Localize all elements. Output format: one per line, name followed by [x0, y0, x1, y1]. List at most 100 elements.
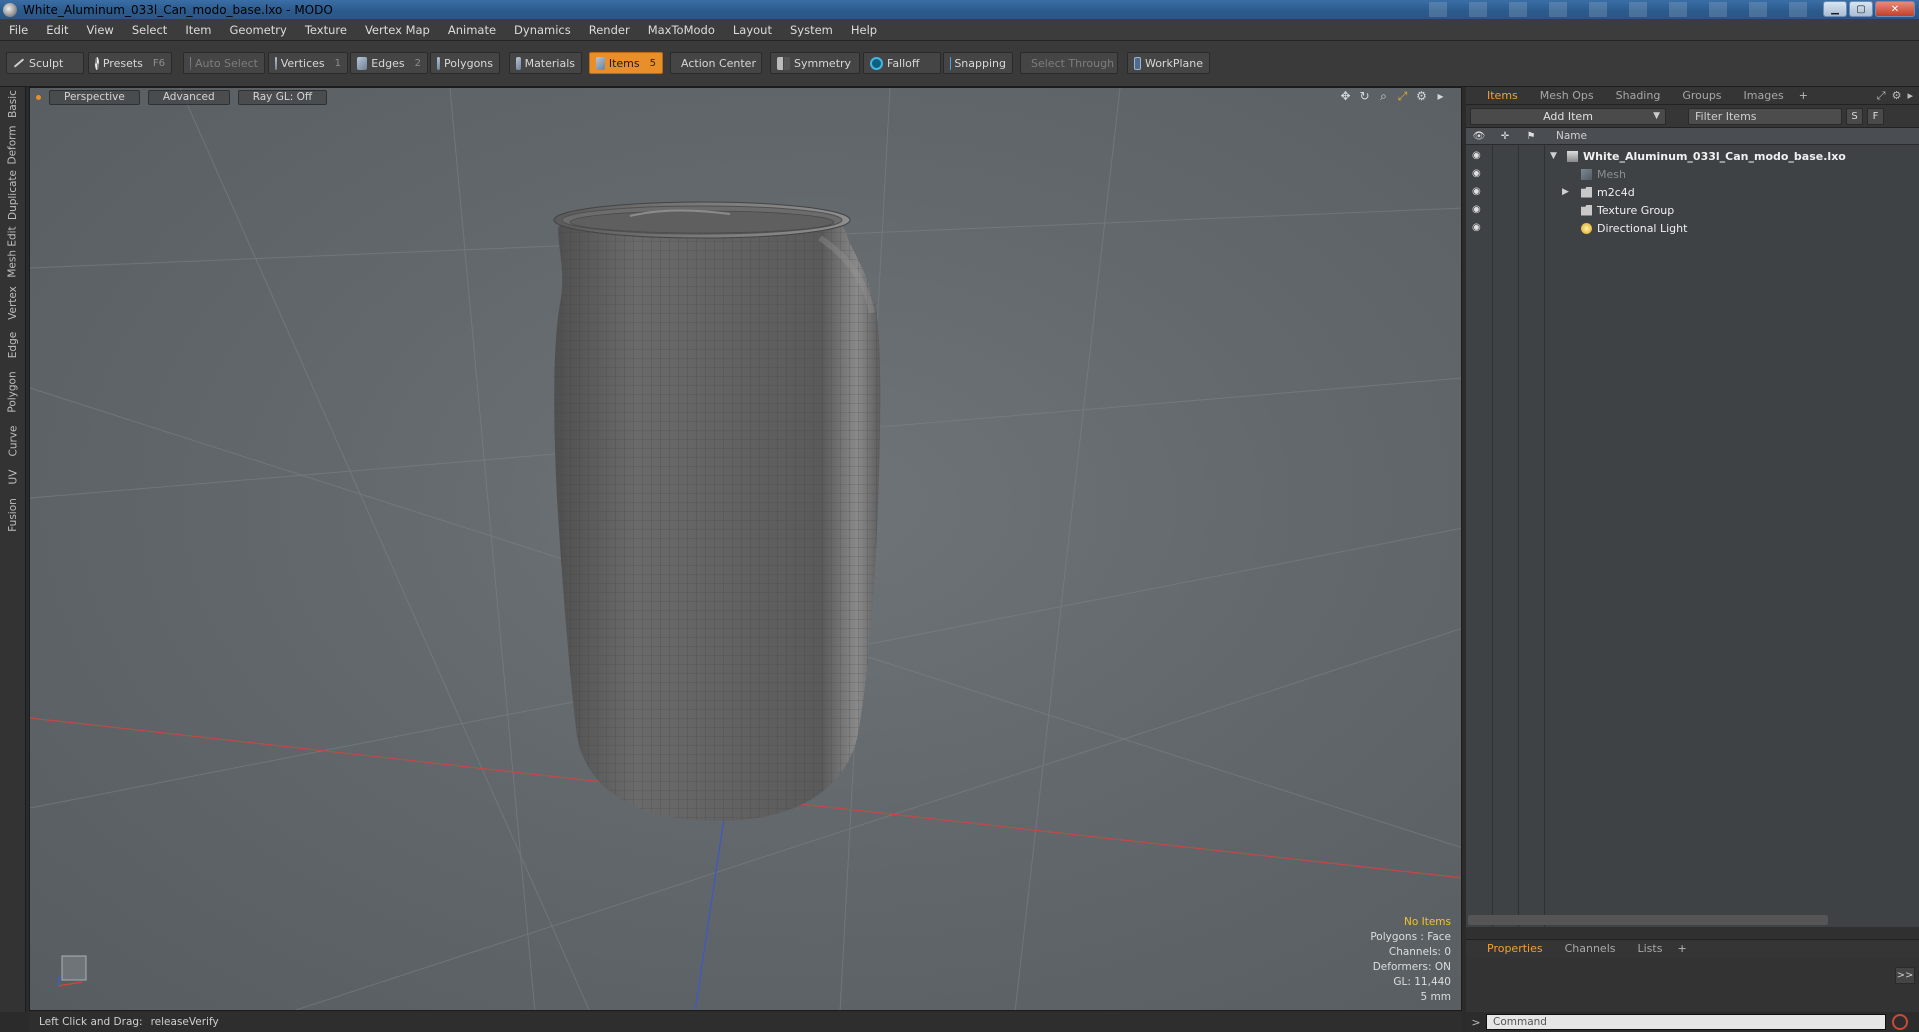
menu-geometry[interactable]: Geometry	[221, 23, 296, 37]
column-divider	[1492, 145, 1493, 927]
settings-gear-icon[interactable]: ⚙	[1415, 90, 1428, 103]
add-tab-plus-icon[interactable]: +	[1673, 942, 1690, 955]
ray-gl-toggle[interactable]: Ray GL: Off	[237, 89, 328, 105]
tab-polygon[interactable]: Polygon	[3, 367, 23, 417]
maximize-button[interactable]: ▢	[1849, 1, 1873, 17]
menu-item[interactable]: Item	[176, 23, 220, 37]
menu-select[interactable]: Select	[123, 23, 176, 37]
properties-body: >>	[1466, 957, 1919, 1012]
menu-dynamics[interactable]: Dynamics	[505, 23, 580, 37]
menu-file[interactable]: File	[0, 23, 37, 37]
tree-row-scene[interactable]: ◉ ▼ White_Aluminum_033l_Can_modo_base.lx…	[1466, 147, 1919, 165]
more-arrow-icon[interactable]: ▸	[1434, 90, 1447, 103]
menu-maxtomodo[interactable]: MaxToModo	[639, 23, 724, 37]
symmetry-button[interactable]: Symmetry	[770, 52, 860, 74]
workplane-button[interactable]: WorkPlane	[1127, 52, 1210, 74]
viewport-nav-icons: ✥ ↻ ⌕ ⤢ ⚙ ▸	[1339, 90, 1447, 103]
column-divider	[1544, 145, 1545, 927]
3d-viewport[interactable]: Perspective Advanced Ray GL: Off ✥ ↻ ⌕ ⤢…	[29, 87, 1462, 1011]
falloff-button[interactable]: Falloff	[863, 52, 941, 74]
tab-properties[interactable]: Properties	[1476, 942, 1554, 955]
shading-advanced[interactable]: Advanced	[147, 89, 230, 105]
visibility-column-eye-icon[interactable]: 👁	[1466, 131, 1492, 142]
visibility-eye-icon[interactable]: ◉	[1472, 205, 1486, 215]
tree-row-directional-light[interactable]: ◉ Directional Light	[1466, 219, 1919, 237]
menu-view[interactable]: View	[78, 23, 123, 37]
command-history-icon[interactable]	[1892, 1014, 1908, 1030]
panel-gear-icon[interactable]: ⚙	[1892, 89, 1902, 103]
menu-layout[interactable]: Layout	[724, 23, 781, 37]
auto-select-button[interactable]: Auto Select	[183, 52, 265, 74]
expand-arrow-right-icon[interactable]: ▶	[1562, 187, 1569, 197]
lock-column-icon[interactable]: ✛	[1492, 131, 1518, 142]
tab-deform[interactable]: Deform	[3, 125, 23, 165]
render-column-icon[interactable]: ⚑	[1518, 131, 1544, 142]
expand-properties-button[interactable]: >>	[1895, 967, 1915, 984]
visibility-eye-icon[interactable]: ◉	[1472, 223, 1486, 233]
menu-texture[interactable]: Texture	[296, 23, 356, 37]
view-type-perspective[interactable]: Perspective	[49, 89, 140, 105]
menu-vertex-map[interactable]: Vertex Map	[356, 23, 439, 37]
maximize-panel-icon[interactable]: ⤢	[1877, 89, 1886, 103]
expand-arrow-down-icon[interactable]: ▼	[1550, 151, 1557, 161]
tab-duplicate[interactable]: Duplicate	[3, 169, 23, 221]
selection-info: No Items	[1404, 916, 1451, 928]
name-column-header[interactable]: Name	[1556, 130, 1587, 142]
tab-items[interactable]: Items	[1476, 89, 1529, 102]
vertices-button[interactable]: Vertices 1	[268, 52, 348, 74]
polygons-button[interactable]: Polygons	[430, 52, 500, 74]
close-button[interactable]: ✕	[1875, 1, 1915, 17]
tab-images[interactable]: Images	[1733, 89, 1795, 102]
panel-arrow-icon[interactable]: ▸	[1907, 89, 1913, 103]
tab-vertex[interactable]: Vertex	[3, 283, 23, 323]
tab-polygon-label: Polygon	[7, 371, 20, 413]
filter-s-button[interactable]: S	[1846, 107, 1863, 125]
tab-uv[interactable]: UV	[3, 465, 23, 489]
visibility-eye-icon[interactable]: ◉	[1472, 169, 1486, 179]
viewport-menu-dot-icon[interactable]	[36, 94, 41, 100]
tab-fusion[interactable]: Fusion	[3, 493, 23, 537]
menu-animate[interactable]: Animate	[439, 23, 505, 37]
minimize-button[interactable]: ▁	[1823, 1, 1847, 17]
visibility-eye-icon[interactable]: ◉	[1472, 151, 1486, 161]
command-input[interactable]: Command	[1486, 1014, 1886, 1030]
tab-shading[interactable]: Shading	[1605, 89, 1672, 102]
tree-row-texture-group[interactable]: ◉ Texture Group	[1466, 201, 1919, 219]
snapping-button[interactable]: Snapping	[943, 52, 1013, 74]
materials-button[interactable]: Materials	[509, 52, 582, 74]
tab-edge[interactable]: Edge	[3, 327, 23, 363]
menu-render[interactable]: Render	[580, 23, 639, 37]
tab-uv-label: UV	[7, 469, 19, 485]
filter-f-button[interactable]: F	[1867, 107, 1884, 125]
tab-channels[interactable]: Channels	[1554, 942, 1627, 955]
visibility-eye-icon[interactable]: ◉	[1472, 187, 1486, 197]
modo-app-window: White_Aluminum_033l_Can_modo_base.lxo - …	[0, 0, 1919, 1032]
tree-row-m2c4d[interactable]: ◉ ▶ m2c4d	[1466, 183, 1919, 201]
tab-basic[interactable]: Basic	[3, 89, 23, 119]
pan-icon[interactable]: ✥	[1339, 90, 1352, 103]
sculpt-button[interactable]: Sculpt	[6, 52, 84, 74]
tree-row-mesh[interactable]: ◉ Mesh	[1466, 165, 1919, 183]
select-through-button[interactable]: Select Through	[1020, 52, 1118, 74]
rotate-icon[interactable]: ↻	[1358, 90, 1371, 103]
items-mode-button[interactable]: Items 5	[589, 52, 663, 74]
tab-groups[interactable]: Groups	[1671, 89, 1732, 102]
add-tab-plus-icon[interactable]: +	[1795, 89, 1812, 102]
horizontal-scrollbar[interactable]	[1468, 915, 1828, 925]
edges-button[interactable]: Edges 2	[350, 52, 428, 74]
zoom-icon[interactable]: ⌕	[1377, 90, 1390, 103]
tab-mesh-ops[interactable]: Mesh Ops	[1529, 89, 1605, 102]
menu-help[interactable]: Help	[842, 23, 886, 37]
tab-curve[interactable]: Curve	[3, 421, 23, 461]
tab-edge-label: Edge	[7, 331, 19, 359]
presets-button[interactable]: Presets F6	[88, 52, 172, 74]
menu-edit[interactable]: Edit	[37, 23, 77, 37]
tab-lists[interactable]: Lists	[1627, 942, 1674, 955]
menu-system[interactable]: System	[781, 23, 842, 37]
action-center-button[interactable]: Action Center	[670, 52, 762, 74]
add-item-dropdown[interactable]: Add Item ▼	[1470, 107, 1666, 125]
fit-icon[interactable]: ⤢	[1396, 90, 1409, 103]
tab-mesh-edit[interactable]: Mesh Edit	[3, 225, 23, 279]
filter-items-input[interactable]: Filter Items	[1688, 107, 1842, 125]
add-item-label: Add Item	[1543, 109, 1593, 123]
